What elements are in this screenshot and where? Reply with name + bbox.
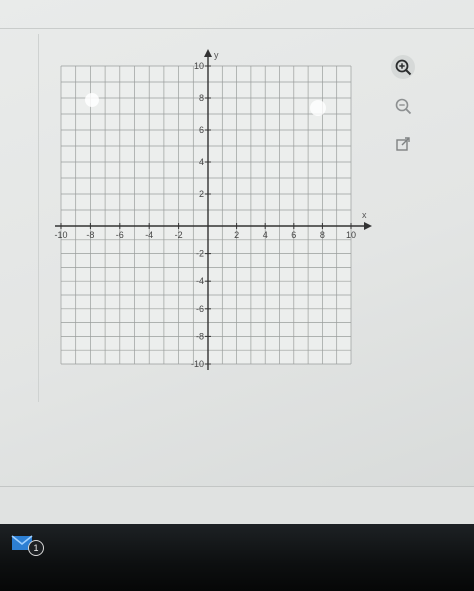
x-axis-arrow: [364, 222, 372, 230]
zoom-in-button[interactable]: [391, 55, 415, 79]
x-tick-label: 6: [291, 230, 296, 240]
x-tick-label: 10: [346, 230, 356, 240]
zoom-out-button[interactable]: [391, 94, 415, 118]
zoom-in-icon: [395, 59, 412, 76]
y-tick-label: 4: [199, 157, 204, 167]
x-tick-label: -2: [175, 230, 183, 240]
y-tick-label: 10: [194, 61, 204, 71]
y-tick-label: -4: [196, 276, 204, 286]
x-tick-label: -10: [54, 230, 67, 240]
external-link-icon: [396, 137, 410, 151]
y-axis-arrow: [204, 49, 212, 57]
y-axis-name: y: [214, 50, 219, 60]
y-tick-label: -2: [196, 249, 204, 259]
glare-spot-right: [310, 100, 326, 116]
external-link-button[interactable]: [391, 132, 415, 156]
y-tick-label: 8: [199, 93, 204, 103]
graph-background: [61, 66, 351, 364]
y-tick-label: 2: [199, 189, 204, 199]
y-tick-label: 6: [199, 125, 204, 135]
bottom-panel: [0, 486, 474, 525]
mail-notification-badge: 1: [28, 540, 44, 556]
x-tick-label: -4: [145, 230, 153, 240]
x-tick-label: 4: [263, 230, 268, 240]
x-tick-label: -6: [116, 230, 124, 240]
screen-surface: x y -10 -8 -6 -4 -2 2 4 6 8 10 10 8 6 4 2 -2 -4 -6 -8 -10: [0, 0, 474, 525]
zoom-out-icon: [395, 98, 412, 115]
glare-spot-left: [85, 93, 99, 107]
x-tick-label: 2: [234, 230, 239, 240]
y-tick-label: -10: [191, 359, 204, 369]
taskbar: [0, 524, 474, 591]
x-axis-name: x: [362, 210, 367, 220]
y-tick-label: -8: [196, 331, 204, 341]
y-tick-label: -6: [196, 304, 204, 314]
x-tick-label: 8: [320, 230, 325, 240]
x-tick-label: -8: [86, 230, 94, 240]
